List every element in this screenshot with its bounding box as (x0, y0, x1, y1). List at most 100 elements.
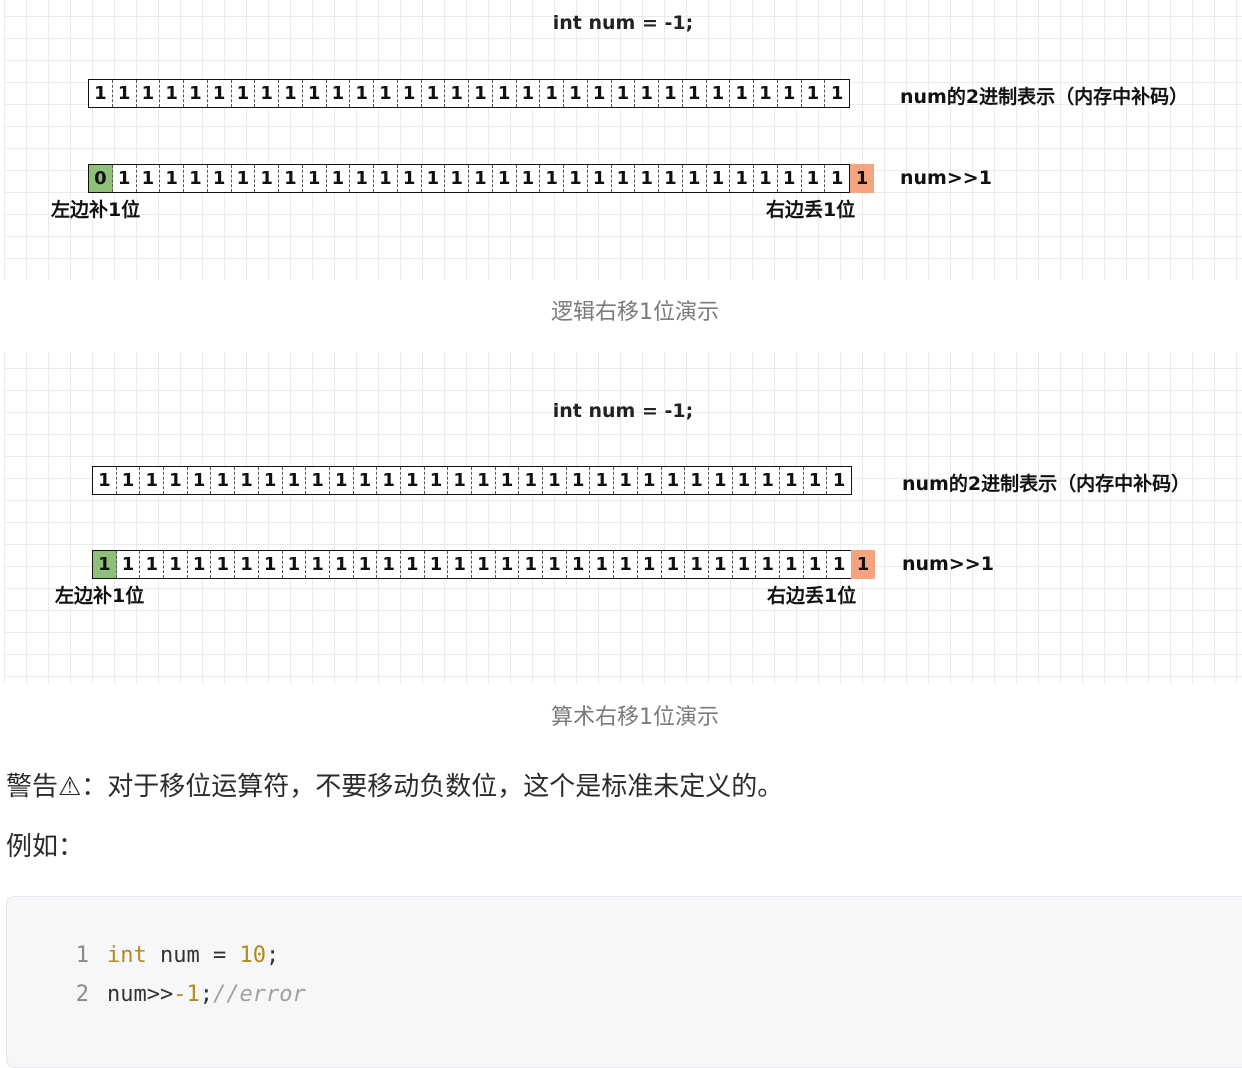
code-comment: //error (212, 982, 306, 1007)
dropped-bit: 1 (851, 550, 875, 579)
bit-cell: 1 (469, 165, 493, 192)
bit-cell: 1 (208, 80, 232, 107)
bit-cell: 1 (164, 467, 188, 494)
bit-cell: 1 (113, 165, 137, 192)
bit-cell: 1 (635, 80, 659, 107)
bit-cell: 1 (354, 551, 378, 578)
bit-cell: 1 (804, 467, 828, 494)
dropped-bit: 1 (850, 164, 874, 193)
bit-cell: 1 (804, 551, 828, 578)
diagram-title: int num = -1; (552, 12, 694, 34)
bit-cell: 1 (401, 551, 425, 578)
bit-cell: 1 (259, 467, 283, 494)
bit-cell: 1 (662, 551, 686, 578)
bit-cell: 1 (830, 83, 844, 104)
bit-cell: 1 (756, 467, 780, 494)
bit-cell: 1 (659, 80, 683, 107)
code-line-2: 2 num>>-1;//error (7, 982, 306, 1007)
bit-cell: 1 (188, 551, 212, 578)
right-drop-label: 右边丢1位 (767, 585, 857, 607)
binary-row-shifted: 11111111111111111111111111111111 (92, 550, 852, 579)
bit-cell: 1 (140, 467, 165, 494)
bit-cell: 1 (590, 467, 615, 494)
bit-cell: 1 (493, 165, 517, 192)
bit-cell: 1 (733, 551, 757, 578)
bit-cell: 1 (685, 467, 709, 494)
bit-cell: 1 (448, 467, 472, 494)
bit-cell: 1 (259, 551, 283, 578)
bit-cell: 1 (635, 165, 659, 192)
left-fill-label: 左边补1位 (55, 585, 145, 607)
bit-cell: 1 (754, 80, 778, 107)
bit-cell: 1 (802, 80, 826, 107)
bit-cell: 1 (754, 165, 778, 192)
bit-cell: 1 (638, 551, 662, 578)
bit-cell: 1 (707, 80, 731, 107)
bit-cell: 1 (493, 80, 517, 107)
bit-cell: 1 (283, 551, 307, 578)
logical-shift-diagram: int num = -1; 11111111111111111111111111… (4, 0, 1242, 280)
bit-cell: 1 (160, 165, 184, 192)
bit-cell: 1 (327, 80, 351, 107)
bit-cell: 1 (211, 551, 236, 578)
bit-cell: 1 (255, 80, 279, 107)
code-text: num = (146, 943, 240, 968)
bit-cell: 1 (564, 80, 588, 107)
bit-cell: 1 (93, 467, 117, 494)
bit-cell: 1 (184, 80, 208, 107)
bit-cell: 1 (398, 80, 422, 107)
bit-cell: 1 (638, 467, 662, 494)
binary-row-label: num的2进制表示（内存中补码） (900, 86, 1189, 108)
bit-cell: 1 (188, 467, 212, 494)
bit-cell: 1 (778, 80, 802, 107)
code-text: num>> (107, 982, 174, 1007)
bit-cell: 1 (374, 80, 398, 107)
bit-cell: 1 (445, 80, 469, 107)
bit-cell: 1 (709, 551, 733, 578)
bit-cell: 1 (780, 551, 804, 578)
bit-cell: 1 (469, 80, 493, 107)
bit-cell: 1 (208, 165, 232, 192)
number-literal: 10 (239, 943, 266, 968)
bit-cell: 1 (306, 551, 330, 578)
bit-cell: 1 (350, 165, 374, 192)
bit-cell: 1 (164, 551, 188, 578)
bit-cell: 1 (567, 467, 591, 494)
line-number: 2 (75, 982, 89, 1007)
bit-cell: 1 (303, 165, 327, 192)
arithmetic-shift-diagram: int num = -1; 11111111111111111111111111… (4, 352, 1242, 684)
bit-cell: 1 (832, 470, 846, 491)
bit-cell: 1 (496, 467, 520, 494)
bit-cell: 1 (422, 165, 446, 192)
example-text: 例如： (6, 832, 85, 862)
left-fill-label: 左边补1位 (51, 199, 141, 221)
bit-cell: 1 (730, 80, 754, 107)
code-line-1: 1 int num = 10; (7, 943, 279, 968)
bit-cell: 1 (117, 467, 141, 494)
bit-cell: 1 (517, 80, 541, 107)
bit-cell: 1 (232, 80, 256, 107)
bit-cell: 1 (614, 551, 638, 578)
bit-cell: 1 (425, 551, 449, 578)
code-text: ; (265, 943, 280, 968)
bit-cell: 1 (780, 467, 804, 494)
bit-cell: 1 (540, 165, 564, 192)
bit-cell: 1 (685, 551, 709, 578)
bit-cell: 1 (683, 80, 707, 107)
bit-cell: 1 (279, 165, 303, 192)
warning-text: 警告⚠：对于移位运算符，不要移动负数位，这个是标准未定义的。 (6, 772, 784, 802)
bit-cell: 1 (330, 467, 354, 494)
bit-cell: 1 (445, 165, 469, 192)
right-drop-label: 右边丢1位 (766, 199, 856, 221)
bit-cell: 1 (279, 80, 303, 107)
bit-cell: 1 (350, 80, 374, 107)
bit-cell: 1 (683, 165, 707, 192)
bit-cell: 1 (543, 467, 567, 494)
bit-cell: 1 (707, 165, 731, 192)
diagram-caption: 算术右移1位演示 (551, 705, 719, 730)
bit-cell: 1 (117, 551, 141, 578)
bit-cell: 1 (377, 551, 401, 578)
bit-cell: 1 (472, 467, 496, 494)
bit-cell: 1 (832, 554, 846, 575)
bit-cell: 1 (517, 165, 541, 192)
